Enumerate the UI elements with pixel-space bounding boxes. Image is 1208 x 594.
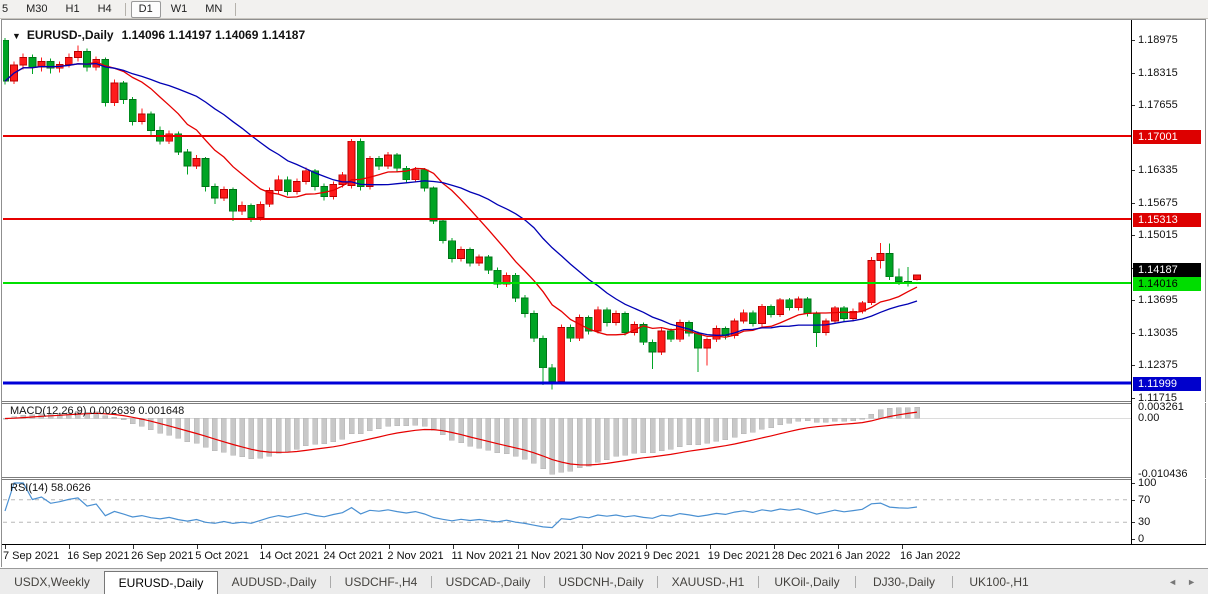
date-label: 26 Sep 2021	[131, 550, 193, 562]
price-tick-label: 1.16335	[1138, 164, 1178, 176]
tabs-scroll-right-icon[interactable]: ►	[1187, 577, 1196, 587]
date-tick-mark	[774, 545, 775, 549]
price-badge-1.17001: 1.17001	[1133, 130, 1201, 144]
date-tick-mark	[646, 545, 647, 549]
price-badge-1.14187: 1.14187	[1133, 263, 1201, 277]
price-badge-1.15313: 1.15313	[1133, 213, 1201, 227]
date-tick-mark	[325, 545, 326, 549]
date-tick-mark	[838, 545, 839, 549]
rsi-axis-label: 100	[1138, 477, 1156, 489]
timeframe-toolbar: 5M30H1H4 D1W1MN	[0, 0, 1208, 19]
price-tick-label: 1.18975	[1138, 34, 1178, 46]
date-label: 6 Jan 2022	[836, 550, 890, 562]
price-axis-pane: 1.18975 1.18315 1.17655 1.16335 1.15675 1.150…	[1132, 20, 1205, 544]
symbol-dropdown-icon[interactable]: ▼	[12, 31, 21, 41]
chart-tab-xauusd-h1[interactable]: XAUUSD-,H1	[658, 569, 758, 594]
price-tick-label: 1.12375	[1138, 359, 1178, 371]
rsi-indicator-label: RSI(14) 58.0626	[10, 482, 91, 494]
ma-fast	[5, 62, 917, 337]
date-tick-mark	[69, 545, 70, 549]
rsi-axis-label: 70	[1138, 494, 1150, 506]
candlesticks[interactable]	[3, 38, 921, 390]
chart-tab-usdcad-daily[interactable]: USDCAD-,Daily	[432, 569, 544, 594]
date-tick-mark	[710, 545, 711, 549]
price-tick-label: 1.13695	[1138, 294, 1178, 306]
chart-tab-ukoil-daily[interactable]: UKOil-,Daily	[759, 569, 855, 594]
date-tick-mark	[5, 545, 6, 549]
date-label: 5 Oct 2021	[195, 550, 249, 562]
chart-tab-audusd-daily[interactable]: AUDUSD-,Daily	[218, 569, 330, 594]
price-tick-label: 1.13035	[1138, 327, 1178, 339]
timeframe-button-mn[interactable]: MN	[197, 1, 230, 18]
date-label: 19 Dec 2021	[708, 550, 770, 562]
chart-tabs-bar: USDX,WeeklyEURUSD-,DailyAUDUSD-,DailyUSD…	[0, 568, 1208, 594]
date-label: 24 Oct 2021	[323, 550, 383, 562]
timeframe-button-m30[interactable]: M30	[18, 1, 55, 18]
price-tick-label: 1.17655	[1138, 99, 1178, 111]
toolbar-separator	[235, 3, 236, 16]
panel-separator-macd[interactable]	[2, 401, 1206, 404]
chart-ohlc-values: 1.14096 1.14197 1.14069 1.14187	[122, 28, 306, 42]
price-tick-label: 1.15675	[1138, 197, 1178, 209]
chart-title: EURUSD-,Daily	[27, 28, 114, 42]
date-label: 7 Sep 2021	[3, 550, 59, 562]
macd-indicator-label: MACD(12,26,9) 0.002639 0.001648	[10, 405, 184, 417]
date-tick-mark	[453, 545, 454, 549]
date-tick-mark	[902, 545, 903, 549]
date-label: 16 Sep 2021	[67, 550, 129, 562]
date-label: 11 Nov 2021	[451, 550, 513, 562]
rsi-axis-label: 30	[1138, 516, 1150, 528]
tab-scrollers: ◄►	[1168, 569, 1208, 594]
price-badge-1.14016: 1.14016	[1133, 277, 1201, 291]
price-axis-separator	[1131, 20, 1132, 544]
timeframe-button-5[interactable]: 5	[0, 1, 16, 18]
plot-bottom-border	[2, 544, 1206, 545]
date-tick-mark	[197, 545, 198, 549]
chart-tab-usdcnh-daily[interactable]: USDCNH-,Daily	[545, 569, 657, 594]
date-label: 9 Dec 2021	[644, 550, 700, 562]
tabs-scroll-left-icon[interactable]: ◄	[1168, 577, 1177, 587]
macd-axis-label: 0.00	[1138, 412, 1159, 424]
price-chart-canvas[interactable]	[3, 21, 1131, 544]
price-badge-1.11999: 1.11999	[1133, 377, 1201, 391]
date-tick-mark	[582, 545, 583, 549]
date-label: 28 Dec 2021	[772, 550, 834, 562]
chart-tab-uk100-h1[interactable]: UK100-,H1	[953, 569, 1045, 594]
chart-title-row[interactable]: ▼ EURUSD-,Daily 1.14096 1.14197 1.14069 1.…	[12, 28, 305, 42]
timeframe-button-d1[interactable]: D1	[131, 1, 161, 18]
date-label: 21 Nov 2021	[516, 550, 578, 562]
chart-tab-eurusd-daily[interactable]: EURUSD-,Daily	[104, 571, 218, 594]
rsi-line	[5, 483, 917, 528]
date-tick-mark	[389, 545, 390, 549]
date-axis[interactable]: 7 Sep 2021 16 Sep 202126 Sep 20215 Oct 20…	[2, 545, 1206, 567]
macd-axis-label: 0.003261	[1138, 401, 1184, 413]
toolbar-separator	[125, 3, 126, 16]
price-tick-label: 1.18315	[1138, 67, 1178, 79]
date-tick-mark	[261, 545, 262, 549]
date-tick-mark	[518, 545, 519, 549]
trading-platform-window: 5M30H1H4 D1W1MN ▼ EURUSD-,Daily 1.14096 1.1…	[0, 0, 1208, 594]
timeframe-button-h4[interactable]: H4	[90, 1, 120, 18]
horizontal-line-objects[interactable]	[3, 136, 1131, 383]
chart-tab-usdx-weekly[interactable]: USDX,Weekly	[0, 569, 104, 594]
chart-tab-usdchf-h4[interactable]: USDCHF-,H4	[331, 569, 431, 594]
date-label: 16 Jan 2022	[900, 550, 961, 562]
date-label: 2 Nov 2021	[387, 550, 443, 562]
timeframe-button-h1[interactable]: H1	[58, 1, 88, 18]
date-label: 30 Nov 2021	[580, 550, 642, 562]
date-tick-mark	[133, 545, 134, 549]
macd-histogram	[3, 407, 1131, 474]
timeframe-button-w1[interactable]: W1	[163, 1, 196, 18]
panel-separator-rsi[interactable]	[2, 477, 1206, 480]
chart-tab-dj30-daily[interactable]: DJ30-,Daily	[856, 569, 952, 594]
price-tick-label: 1.15015	[1138, 229, 1178, 241]
date-label: 14 Oct 2021	[259, 550, 319, 562]
